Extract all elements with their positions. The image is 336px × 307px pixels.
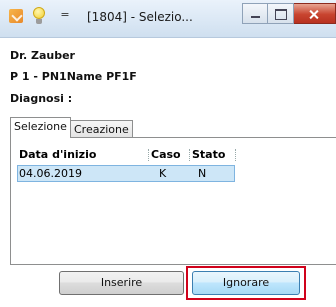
column-header-stato[interactable]: Stato (192, 147, 225, 163)
cell-data-inizio: 04.06.2019 (19, 167, 82, 180)
maximize-icon[interactable] (268, 3, 294, 24)
tab-selezione[interactable]: Selezione (10, 117, 71, 138)
dialog-body: Dr. Zauber P 1 - PN1Name PF1F Diagnosi :… (0, 38, 336, 307)
tab-creazione[interactable]: Creazione (70, 120, 133, 137)
diagnosis-label: Diagnosi : (10, 92, 73, 105)
cell-caso: K (159, 167, 167, 180)
tab-panel-selezione: Data d'inizio Caso Stato 04.06.2019 K N (10, 137, 336, 265)
title-bar: = [1804] - Selezio... (0, 0, 336, 38)
column-separator[interactable] (148, 149, 149, 161)
window-title: [1804] - Selezio... (87, 10, 193, 24)
ignorare-button[interactable]: Ignorare (192, 271, 300, 295)
app-icon[interactable] (9, 9, 23, 23)
doctor-name: Dr. Zauber (10, 49, 75, 62)
column-separator[interactable] (235, 149, 236, 161)
column-header-data-inizio[interactable]: Data d'inizio (19, 147, 96, 163)
close-icon[interactable] (294, 3, 336, 24)
column-header-caso[interactable]: Caso (151, 147, 181, 163)
quick-access-icon[interactable]: = (60, 8, 70, 22)
grid-header: Data d'inizio Caso Stato (17, 147, 336, 163)
episodes-grid: Data d'inizio Caso Stato 04.06.2019 K N (17, 147, 336, 257)
minimize-icon[interactable] (242, 3, 268, 24)
window-controls (242, 3, 336, 24)
patient-identifier: P 1 - PN1Name PF1F (10, 70, 137, 83)
table-row[interactable]: 04.06.2019 K N (17, 165, 235, 182)
lightbulb-icon[interactable] (33, 7, 45, 25)
inserire-button[interactable]: Inserire (59, 271, 184, 295)
column-separator[interactable] (189, 149, 190, 161)
cell-stato: N (198, 167, 207, 180)
